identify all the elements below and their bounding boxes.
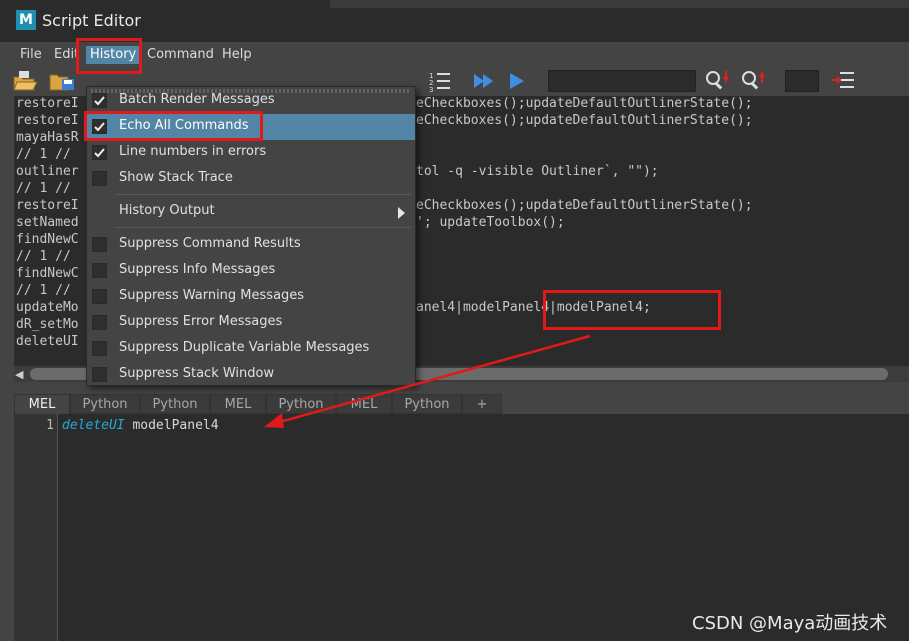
annotation-arrow	[264, 334, 591, 428]
watermark-text: CSDN @Maya动画技术	[692, 613, 888, 634]
